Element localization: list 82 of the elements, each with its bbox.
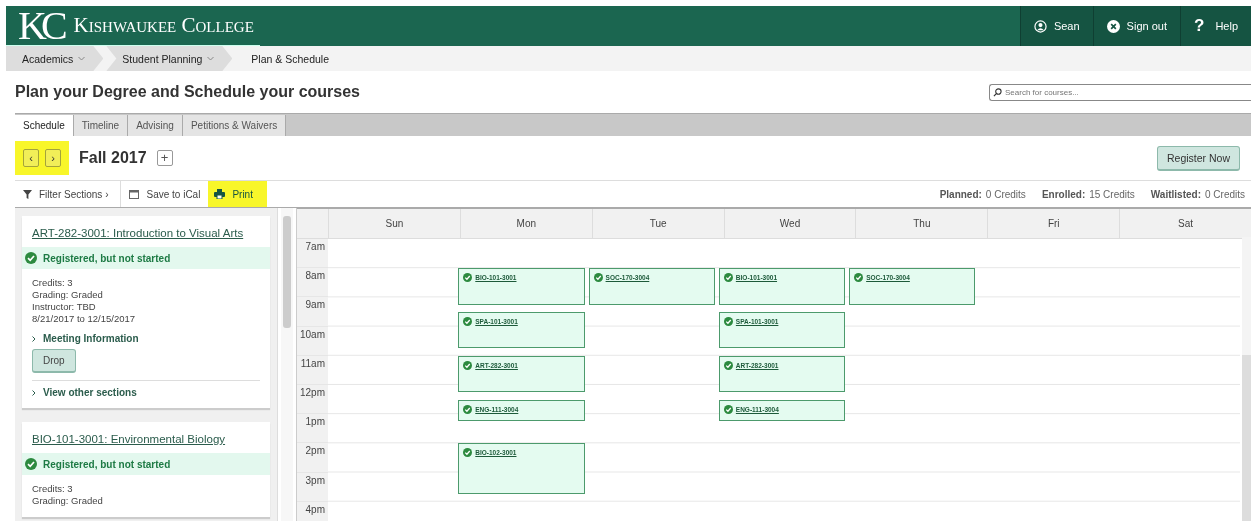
day-header: Tue bbox=[591, 209, 724, 238]
day-header: Mon bbox=[459, 209, 592, 238]
hour-label: 8am bbox=[297, 268, 328, 298]
chevron-right-icon bbox=[32, 335, 36, 342]
next-term-button[interactable]: › bbox=[45, 149, 61, 167]
hour-label: 11am bbox=[297, 355, 328, 385]
hour-label: 1pm bbox=[297, 414, 328, 444]
help-link[interactable]: ? Help bbox=[1180, 6, 1251, 46]
term-name: Fall 2017 bbox=[79, 149, 147, 167]
hour-label: 12pm bbox=[297, 384, 328, 415]
check-icon bbox=[593, 273, 603, 283]
check-icon bbox=[854, 273, 864, 283]
check-icon bbox=[25, 252, 37, 264]
check-icon bbox=[723, 273, 733, 283]
calendar-icon bbox=[129, 189, 140, 199]
credit-label: Waitlisted: bbox=[1150, 188, 1201, 200]
breadcrumb-item[interactable]: Academics bbox=[6, 46, 104, 71]
check-icon bbox=[723, 317, 733, 326]
course-detail: Grading: Graded bbox=[32, 495, 104, 507]
printer-icon bbox=[214, 189, 226, 199]
tab[interactable]: Schedule bbox=[15, 115, 74, 136]
chevron-right-icon bbox=[32, 389, 36, 396]
credit-label: Planned: bbox=[939, 188, 982, 200]
check-icon bbox=[25, 458, 37, 470]
filter-sections-link[interactable]: Filter Sections › bbox=[15, 181, 122, 207]
user-icon bbox=[1033, 19, 1047, 33]
check-icon bbox=[723, 360, 733, 370]
page-title: Plan your Degree and Schedule your courses bbox=[15, 83, 360, 101]
breadcrumb-label: Plan & Schedule bbox=[251, 52, 329, 65]
tab[interactable]: Timeline bbox=[73, 115, 129, 136]
previous-term-button[interactable]: ‹ bbox=[23, 149, 39, 167]
check-icon bbox=[723, 404, 733, 414]
breadcrumb-label: Student Planning bbox=[122, 52, 203, 65]
drop-button[interactable]: Drop bbox=[32, 349, 76, 373]
breadcrumb-label: Academics bbox=[22, 52, 74, 65]
hour-label: 2pm bbox=[297, 443, 328, 473]
view-other-sections-link[interactable]: View other sections bbox=[43, 387, 137, 398]
college-name: Kishwaukee College bbox=[73, 13, 255, 38]
check-icon bbox=[463, 273, 473, 283]
course-detail: Credits: 3 bbox=[32, 277, 74, 289]
hour-label: 4pm bbox=[297, 501, 328, 521]
check-icon bbox=[463, 360, 473, 370]
day-header: Wed bbox=[723, 209, 856, 238]
check-icon bbox=[463, 404, 473, 414]
hour-label: 9am bbox=[297, 297, 328, 327]
meeting-information-link[interactable]: Meeting Information bbox=[43, 333, 139, 344]
credit-value: 15 Credits bbox=[1089, 188, 1135, 200]
close-icon bbox=[1106, 19, 1120, 33]
scrollbar[interactable] bbox=[1242, 237, 1251, 521]
user-link[interactable]: Sean bbox=[1019, 6, 1093, 46]
print-link[interactable]: Print bbox=[208, 181, 267, 207]
logo-mark: KC bbox=[18, 6, 62, 45]
check-icon bbox=[463, 448, 473, 458]
tab[interactable]: Advising bbox=[128, 115, 183, 136]
breadcrumb-item[interactable]: Student Planning bbox=[106, 46, 233, 71]
status-text: Registered, but not started bbox=[43, 252, 171, 264]
status-text: Registered, but not started bbox=[43, 458, 171, 470]
filter-icon bbox=[23, 189, 32, 199]
tab[interactable]: Petitions & Waivers bbox=[182, 115, 287, 136]
day-header: Sun bbox=[328, 209, 460, 238]
register-now-button[interactable]: Register Now bbox=[1156, 145, 1240, 171]
course-detail: 8/21/2017 to 12/15/2017 bbox=[32, 313, 136, 325]
day-header: Fri bbox=[987, 209, 1120, 238]
credit-label: Enrolled: bbox=[1041, 188, 1086, 200]
credit-value: 0 Credits bbox=[1205, 188, 1245, 200]
search-field[interactable]: Search for courses... bbox=[989, 83, 1251, 101]
hour-label: 10am bbox=[297, 326, 328, 356]
credit-value: 0 Credits bbox=[985, 188, 1026, 200]
check-icon bbox=[463, 317, 473, 326]
sign-out-link[interactable]: Sign out bbox=[1092, 6, 1180, 46]
course-detail: Instructor: TBD bbox=[32, 301, 97, 313]
breadcrumb-item[interactable]: Plan & Schedule bbox=[235, 46, 347, 71]
hour-label: 3pm bbox=[297, 472, 328, 502]
hour-label: 7am bbox=[297, 239, 328, 269]
course-detail: Grading: Graded bbox=[32, 289, 104, 301]
course-detail: Credits: 3 bbox=[32, 483, 74, 495]
scrollbar[interactable] bbox=[281, 208, 293, 521]
add-term-button[interactable]: + bbox=[156, 150, 173, 166]
course-title-link[interactable]: ART-282-3001: Introduction to Visual Arts bbox=[22, 216, 270, 247]
day-header: Thu bbox=[855, 209, 988, 238]
save-to-ical-link[interactable]: Save to iCal bbox=[121, 181, 209, 207]
course-title-link[interactable]: BIO-101-3001: Environmental Biology bbox=[22, 422, 270, 453]
